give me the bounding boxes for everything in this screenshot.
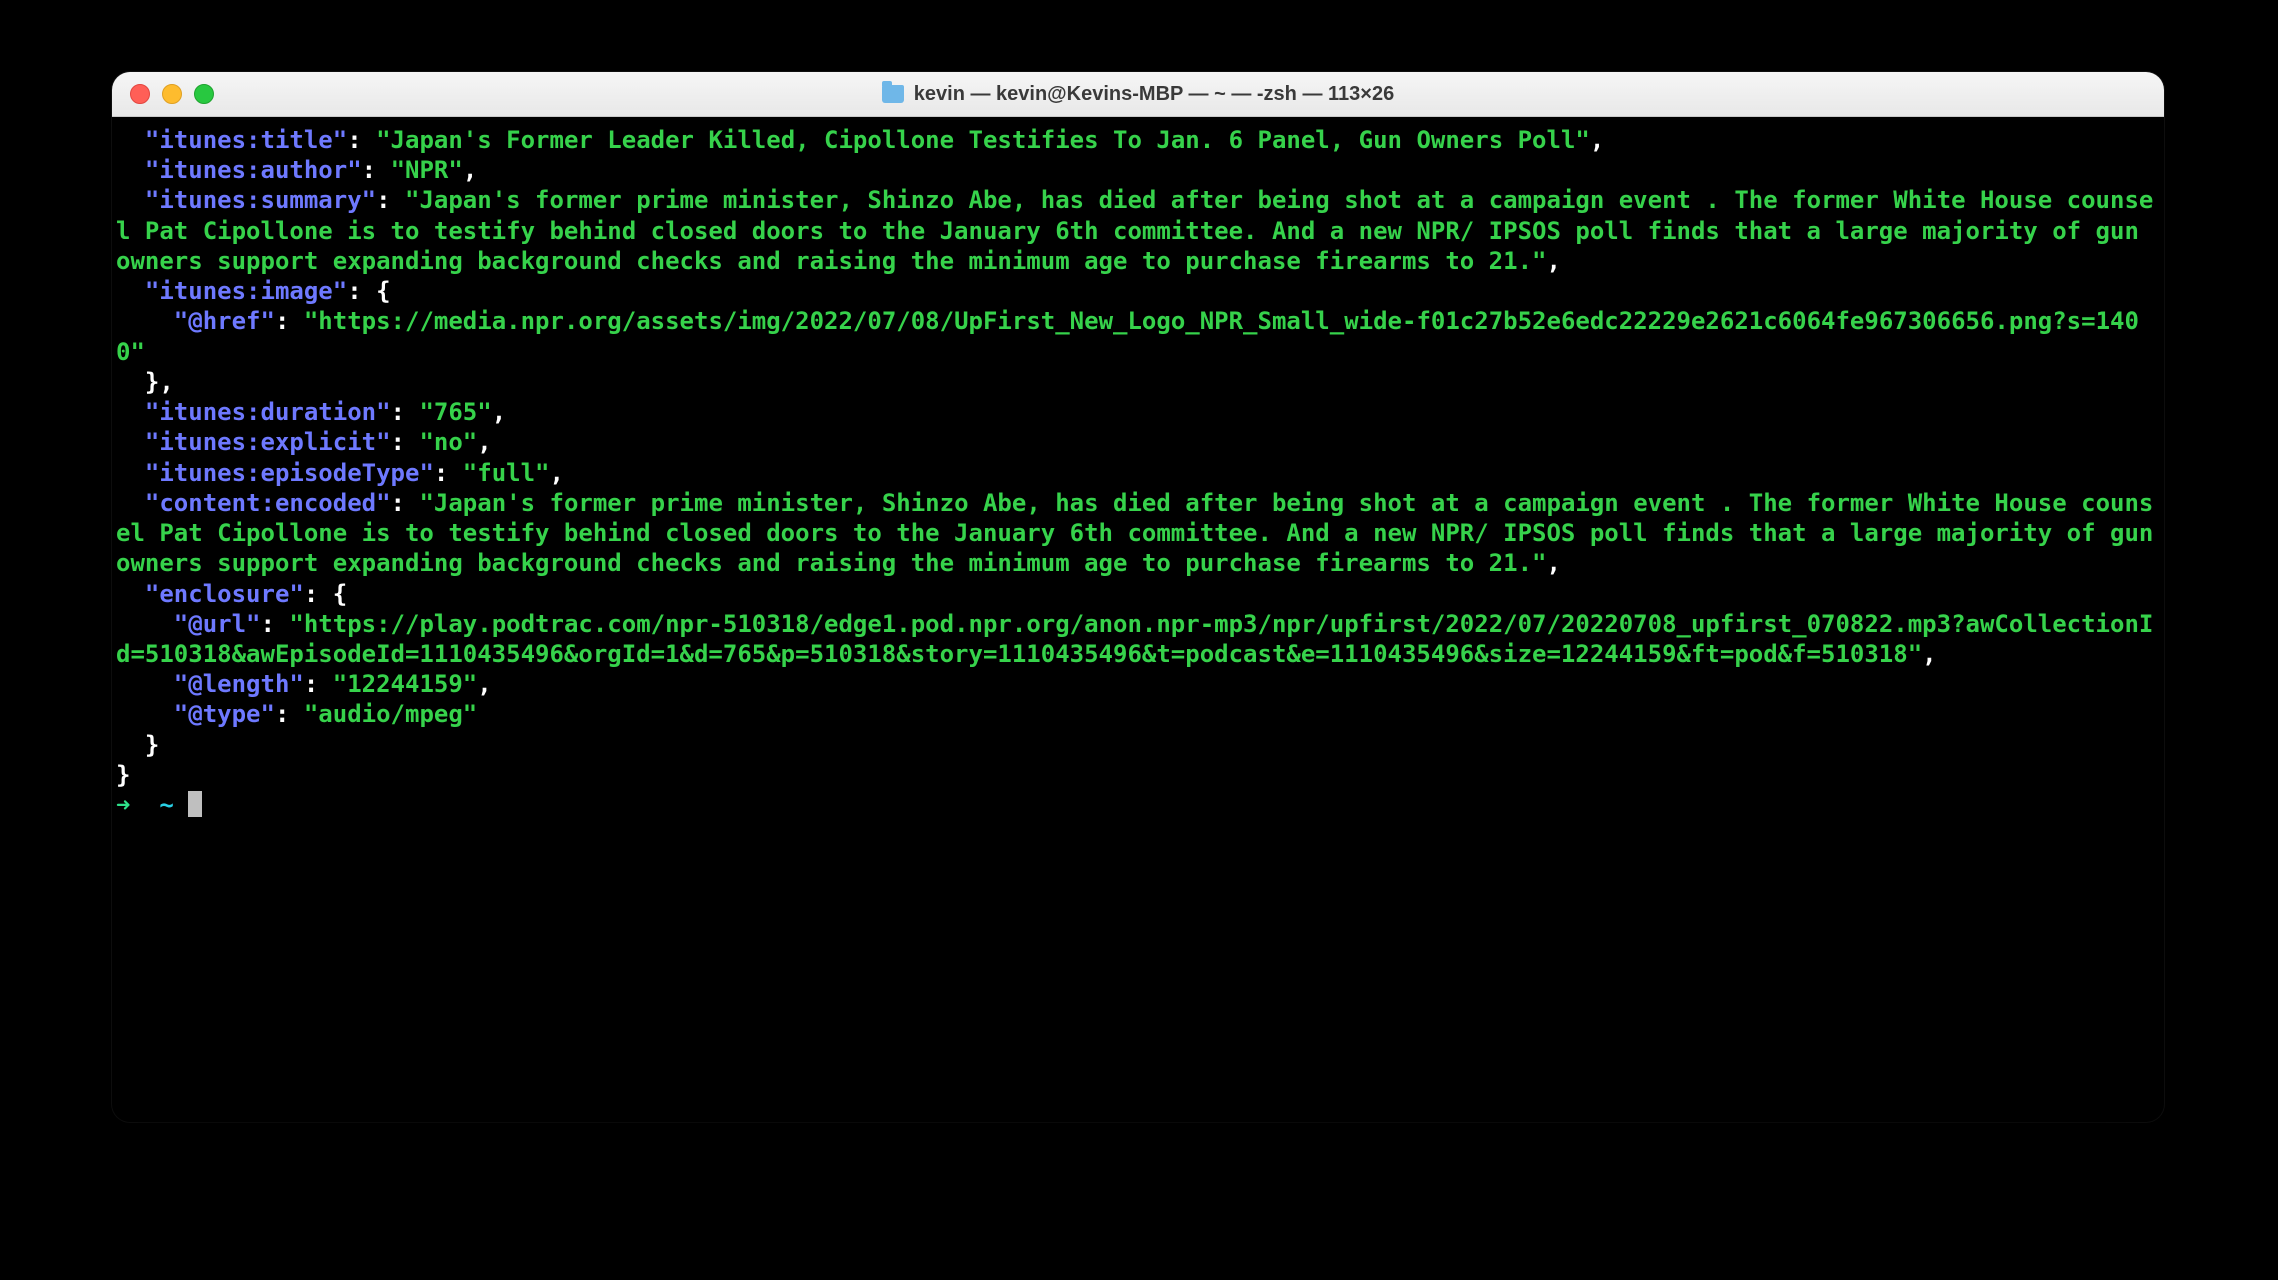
terminal-output[interactable]: "itunes:title": "Japan's Former Leader K… — [112, 117, 2164, 820]
terminal-window: kevin — kevin@Kevins-MBP — ~ — -zsh — 11… — [112, 72, 2164, 1122]
titlebar: kevin — kevin@Kevins-MBP — ~ — -zsh — 11… — [112, 72, 2164, 117]
json-value: "Japan's former prime minister, Shinzo A… — [116, 186, 2153, 274]
json-key: "@href" — [174, 307, 275, 335]
window-title-text: kevin — kevin@Kevins-MBP — ~ — -zsh — 11… — [914, 83, 1394, 106]
json-key: "@url" — [174, 610, 261, 638]
json-value: "Japan's Former Leader Killed, Cipollone… — [376, 126, 1590, 154]
json-value: "Japan's former prime minister, Shinzo A… — [116, 489, 2164, 577]
prompt-arrow-icon: ➜ — [116, 791, 130, 819]
window-controls — [112, 84, 214, 104]
zoom-icon[interactable] — [194, 84, 214, 104]
json-key: "@type" — [174, 700, 275, 728]
window-title: kevin — kevin@Kevins-MBP — ~ — -zsh — 11… — [112, 83, 2164, 106]
json-value: "765" — [419, 398, 491, 426]
json-key: "@length" — [174, 670, 304, 698]
json-key: "itunes:episodeType" — [145, 459, 434, 487]
json-key: "itunes:image" — [145, 277, 347, 305]
json-key: "content:encoded" — [145, 489, 391, 517]
json-value: "NPR" — [391, 156, 463, 184]
cursor-icon — [188, 791, 202, 817]
prompt-cwd: ~ — [159, 791, 173, 819]
json-value: "12244159" — [333, 670, 478, 698]
json-key: "itunes:explicit" — [145, 428, 391, 456]
json-value: "https://media.npr.org/assets/img/2022/0… — [116, 307, 2139, 365]
json-key: "enclosure" — [145, 580, 304, 608]
json-key: "itunes:title" — [145, 126, 347, 154]
json-key: "itunes:author" — [145, 156, 362, 184]
json-key: "itunes:summary" — [145, 186, 376, 214]
minimize-icon[interactable] — [162, 84, 182, 104]
json-value: "https://play.podtrac.com/npr-510318/edg… — [116, 610, 2153, 668]
json-value: "full" — [463, 459, 550, 487]
close-icon[interactable] — [130, 84, 150, 104]
json-value: "no" — [419, 428, 477, 456]
json-value: "audio/mpeg" — [304, 700, 477, 728]
json-key: "itunes:duration" — [145, 398, 391, 426]
folder-icon — [882, 85, 904, 103]
